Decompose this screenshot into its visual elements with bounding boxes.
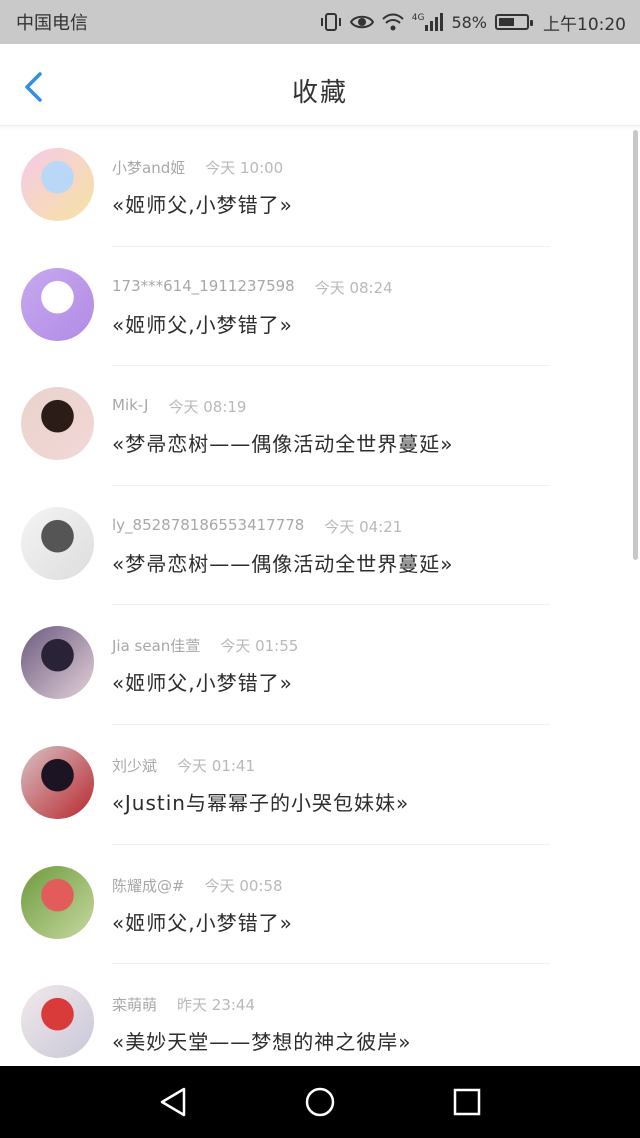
username: Jia sean佳萱 xyxy=(112,637,201,656)
favorite-title: «梦帚恋树——偶像活动全世界蔓延» xyxy=(112,432,454,457)
avatar[interactable] xyxy=(21,626,94,700)
favorite-item[interactable]: 陈耀成@# 今天 00:58 «姬师父,小梦错了» xyxy=(0,845,640,965)
favorite-item[interactable]: Jia sean佳萱 今天 01:55 «姬师父,小梦错了» xyxy=(0,605,640,725)
username: ly_852878186553417778 xyxy=(112,515,305,534)
timestamp: 今天 00:58 xyxy=(204,876,283,895)
timestamp: 今天 08:19 xyxy=(168,398,247,417)
favorite-item[interactable]: 173***614_1911237598 今天 08:24 «姬师父,小梦错了» xyxy=(0,247,640,367)
timestamp: 今天 01:41 xyxy=(177,756,256,775)
favorite-meta: 刘少斌 今天 01:41 xyxy=(112,755,255,776)
nav-home-button[interactable] xyxy=(290,1072,350,1132)
avatar[interactable] xyxy=(21,267,94,341)
page-title: 收藏 xyxy=(291,78,348,108)
favorite-title: «姬师父,小梦错了» xyxy=(112,193,293,217)
username: 栾萌萌 xyxy=(112,996,158,1015)
eye-icon xyxy=(349,13,374,31)
navigation-bar xyxy=(0,1066,640,1138)
avatar[interactable] xyxy=(21,148,94,221)
username: 小梦and姬 xyxy=(112,159,186,177)
favorite-title: «姬师父,小梦错了» xyxy=(112,671,293,696)
favorite-title: «姬师父,小梦错了» xyxy=(112,312,293,337)
favorite-item[interactable]: ly_852878186553417778 今天 04:21 «梦帚恋树——偶像… xyxy=(0,486,640,606)
favorite-meta: 小梦and姬 今天 10:00 xyxy=(112,157,283,178)
timestamp: 昨天 23:44 xyxy=(177,996,256,1015)
favorite-meta: ly_852878186553417778 今天 04:21 xyxy=(112,516,402,537)
wifi-icon xyxy=(382,13,404,31)
battery-icon xyxy=(495,14,533,30)
nav-recents-button[interactable] xyxy=(437,1072,497,1132)
network-type: 4G xyxy=(411,13,425,23)
timestamp: 今天 04:21 xyxy=(324,517,403,536)
avatar[interactable] xyxy=(21,506,94,580)
favorite-item[interactable]: Mik-J 今天 08:19 «梦帚恋树——偶像活动全世界蔓延» xyxy=(0,366,640,486)
favorite-meta: 陈耀成@# 今天 00:58 xyxy=(112,875,283,896)
timestamp: 今天 08:24 xyxy=(314,278,393,297)
avatar[interactable] xyxy=(21,985,94,1059)
username: 173***614_1911237598 xyxy=(112,276,295,295)
timestamp: 今天 01:55 xyxy=(220,637,299,656)
favorite-meta: 173***614_1911237598 今天 08:24 xyxy=(112,277,393,298)
favorite-meta: 栾萌萌 昨天 23:44 xyxy=(112,994,255,1015)
favorites-list: 小梦and姬 今天 10:00 «姬师父,小梦错了» 173***614_191… xyxy=(0,127,640,1066)
favorite-item[interactable]: 小梦and姬 今天 10:00 «姬师父,小梦错了» xyxy=(0,127,640,247)
battery-percent: 58% xyxy=(451,12,487,32)
favorite-meta: Mik-J 今天 08:19 xyxy=(112,396,246,417)
favorite-title: «姬师父,小梦错了» xyxy=(112,910,293,935)
avatar[interactable] xyxy=(21,865,94,939)
favorite-meta: Jia sean佳萱 今天 01:55 xyxy=(112,635,298,656)
status-bar: 中国电信 4G 58% 上午10:20 xyxy=(0,0,640,44)
favorite-item[interactable]: 刘少斌 今天 01:41 «Justin与幂幂子的小哭包妹妹» xyxy=(0,725,640,845)
status-icons: 4G 58% 上午10:20 xyxy=(320,10,626,35)
username: 陈耀成@# xyxy=(112,876,185,895)
clock: 上午10:20 xyxy=(543,14,626,35)
avatar[interactable] xyxy=(21,387,94,461)
favorite-item[interactable]: 栾萌萌 昨天 23:44 «美妙天堂——梦想的神之彼岸» xyxy=(0,964,640,1066)
favorite-title: «梦帚恋树——偶像活动全世界蔓延» xyxy=(112,551,454,576)
username: Mik-J xyxy=(112,396,149,415)
circle-home-icon xyxy=(305,1087,335,1117)
scrollbar[interactable] xyxy=(633,130,638,560)
timestamp: 今天 10:00 xyxy=(205,159,284,177)
carrier-name: 中国电信 xyxy=(16,13,88,34)
vibrate-icon xyxy=(320,12,342,32)
username: 刘少斌 xyxy=(112,756,158,775)
triangle-back-icon xyxy=(161,1087,186,1117)
app-header: 收藏 xyxy=(0,44,640,126)
favorite-title: «Justin与幂幂子的小哭包妹妹» xyxy=(112,790,410,815)
square-recents-icon xyxy=(453,1088,480,1116)
nav-back-button[interactable] xyxy=(143,1072,203,1132)
avatar[interactable] xyxy=(21,745,94,819)
favorite-title: «美妙天堂——梦想的神之彼岸» xyxy=(112,1030,412,1055)
signal-icon: 4G xyxy=(412,13,444,31)
